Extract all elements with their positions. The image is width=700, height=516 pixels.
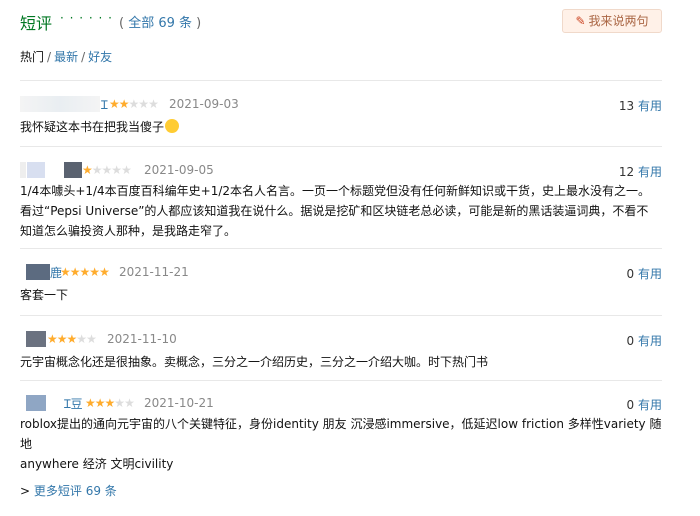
sort-filters: 热门 / 最新 / 好友 [20,48,112,65]
star-filled-icon: ★ [89,265,100,279]
star-empty-icon: ★ [91,163,103,177]
comment-meta: Ɪ ★★★★★ 2021-09-03 13 有用 [20,96,662,114]
useful-button[interactable]: 有用 [638,99,662,113]
all-reviews-link[interactable]: 全部 69 条 [128,16,192,31]
comment-text: 元宇宙概念化还是很抽象。卖概念，三分之一介绍历史，三分之一介绍大咖。时下热门书 [20,355,489,369]
useful-count: 0 [626,267,635,281]
useful-count: 0 [626,334,635,348]
useful-button[interactable]: 有用 [638,165,662,179]
comment-item: ★★★★★ 2021-11-10 0 有用 元宇宙概念化还是很抽象。卖概念，三分… [20,315,662,372]
star-empty-icon: ★ [76,332,87,346]
avatar-image[interactable] [64,162,82,178]
comment-text: 客套一下 [20,288,69,302]
rating-stars: ★★★★★ [47,332,97,346]
useful-button[interactable]: 有用 [638,398,662,412]
title-dots: · · · · · · [60,11,113,25]
useful-vote[interactable]: 12 有用 [619,163,662,180]
comment-meta: ★★★★★ 2021-11-10 0 有用 [20,331,662,349]
avatar[interactable] [20,162,26,178]
pencil-icon: ✎ [575,14,586,28]
avatar[interactable] [26,264,50,280]
star-empty-icon: ★ [114,396,125,410]
star-empty-icon: ★ [101,163,113,177]
comment-content: 我怀疑这本书在把我当傻子 [20,120,165,134]
comment-text: 我怀疑这本书在把我当傻子 [20,117,662,137]
rating-stars: ★★★★★ [60,265,110,279]
short-reviews-panel: 短评 · · · · · · ( 全部 69 条 ) ✎ 我来说两句 热门 / 最新 /… [0,0,700,516]
star-filled-icon: ★ [79,265,91,279]
paren-close: ) [192,16,202,31]
comment-date: 2021-10-21 [144,396,214,410]
reviews-header: 短评 · · · · · · ( 全部 69 条 ) ✎ 我来说两句 [20,9,662,35]
useful-vote[interactable]: 13 有用 [619,97,662,114]
comment-date: 2021-09-03 [169,97,239,111]
useful-vote[interactable]: 0 有用 [627,265,662,282]
comment-meta: Ɪ豆 ★★★★★ 2021-10-21 0 有用 [20,395,662,413]
section-title: 短评 [20,14,53,33]
comment-date: 2021-09-05 [144,163,214,177]
comment-meta: 鹿 ★★★★★ 2021-11-21 0 有用 [20,264,662,282]
paren-open: ( [119,16,129,31]
comment-item: 鹿 ★★★★★ 2021-11-21 0 有用 客套一下 [20,248,662,305]
more-reviews-link[interactable]: 更多短评 69 条 [34,484,117,498]
star-filled-icon: ★ [85,396,96,410]
comment-date: 2021-11-10 [107,332,177,346]
rating-stars: ★★★★★ [109,97,159,111]
useful-vote[interactable]: 0 有用 [627,396,662,413]
star-empty-icon: ★ [148,97,159,111]
star-filled-icon: ★ [69,265,81,279]
write-review-label: 我来说两句 [588,14,649,28]
comment-item: Ɪ ★★★★★ 2021-09-03 13 有用 我怀疑这本书在把我当傻子 [20,80,662,137]
star-empty-icon: ★ [128,97,140,111]
comment-item: ★★★★★ 2021-09-05 12 有用 1/4本噱头+1/4本百度百科编年… [20,146,662,241]
useful-count: 0 [626,398,635,412]
useful-count: 13 [618,99,635,113]
useful-count: 12 [618,165,635,179]
more-reviews[interactable]: > 更多短评 69 条 [20,482,117,499]
star-filled-icon: ★ [66,332,78,346]
useful-button[interactable]: 有用 [638,267,662,281]
star-filled-icon: ★ [104,396,116,410]
avatar[interactable] [26,331,46,347]
filter-hot[interactable]: 热门 [20,50,44,64]
star-empty-icon: ★ [138,97,149,111]
useful-vote[interactable]: 0 有用 [627,332,662,349]
thinking-face-emoji-icon [165,119,180,133]
star-filled-icon: ★ [82,163,93,177]
rating-stars: ★★★★★ [85,396,135,410]
all-reviews-count: ( 全部 69 条 ) [119,12,201,31]
star-filled-icon: ★ [60,265,71,279]
avatar[interactable] [20,96,100,112]
avatar-image[interactable] [27,162,45,178]
star-filled-icon: ★ [94,396,106,410]
star-filled-icon: ★ [47,332,58,346]
comment-meta: ★★★★★ 2021-09-05 12 有用 [20,162,662,180]
star-empty-icon: ★ [86,332,97,346]
filter-separator: / [81,50,86,64]
filter-separator: / [47,50,52,64]
comment-text: roblox提出的通向元宇宙的八个关键特征，身份identity 朋友 沉浸感i… [20,417,662,471]
username-link[interactable]: Ɪ [101,96,108,113]
comment-text: 1/4本噱头+1/4本百度百科编年史+1/2本名人名言。一页一个标题党但没有任何… [20,184,651,238]
star-filled-icon: ★ [109,97,120,111]
star-filled-icon: ★ [56,332,68,346]
star-filled-icon: ★ [118,97,130,111]
filter-latest[interactable]: 最新 [54,50,78,64]
rating-stars: ★★★★★ [82,163,132,177]
avatar[interactable] [26,395,46,411]
star-empty-icon: ★ [124,396,135,410]
star-empty-icon: ★ [111,163,122,177]
more-arrow-icon: > [20,484,31,498]
star-filled-icon: ★ [99,265,110,279]
comment-item: Ɪ豆 ★★★★★ 2021-10-21 0 有用 roblox提出的通向元宇宙的… [20,380,662,474]
comment-date: 2021-11-21 [119,265,189,279]
username-link[interactable]: Ɪ豆 [64,395,83,412]
useful-button[interactable]: 有用 [638,334,662,348]
filter-friends[interactable]: 好友 [88,50,112,64]
write-review-button[interactable]: ✎ 我来说两句 [562,9,662,33]
star-empty-icon: ★ [121,163,132,177]
